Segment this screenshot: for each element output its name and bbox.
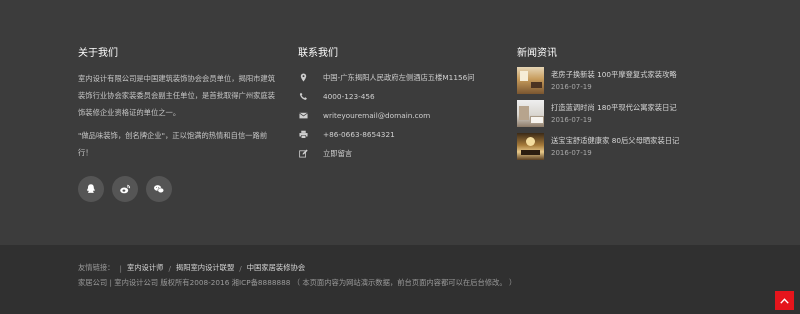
wechat-button[interactable] <box>146 176 172 202</box>
news-thumbnail <box>517 67 544 94</box>
copyright-text: 家居公司 | 室内设计公司 版权所有2008-2016 湘ICP备8888888… <box>78 278 517 287</box>
friend-links: 友情链接： | 室内设计师 / 揭阳室内设计联盟 / 中国家居装修协会 <box>78 263 305 273</box>
link-separator: / <box>239 263 242 273</box>
fax-text: +86-0663-8654321 <box>323 130 395 139</box>
news-item-title: 老房子换新装 100平摩登复式家装攻略 <box>551 70 677 79</box>
printer-icon <box>298 130 308 140</box>
news-item[interactable]: 老房子换新装 100平摩登复式家装攻略 2016-07-19 <box>517 67 717 96</box>
phone-icon <box>298 92 308 102</box>
news-item-title: 打造蓝调时尚 180平现代公寓家装日记 <box>551 103 677 112</box>
wechat-icon <box>154 185 165 194</box>
address-text: 中国-广东揭阳人民政府左侧酒店五楼M1156问 <box>323 72 475 82</box>
edit-icon <box>298 149 308 159</box>
news-item[interactable]: 送宝宝舒适健康家 80后父母晒家装日记 2016-07-19 <box>517 133 717 162</box>
contact-message: 立即留言 <box>298 144 498 163</box>
weibo-button[interactable] <box>112 176 138 202</box>
contact-fax: +86-0663-8654321 <box>298 125 498 144</box>
friend-link[interactable]: 中国家居装修协会 <box>247 263 305 273</box>
link-separator: / <box>168 263 171 273</box>
map-marker-icon <box>298 73 308 83</box>
footer-main: 关于我们 室内设计有限公司是中国建筑装饰协会会员单位，揭阳市建筑装饰行业协会家装… <box>0 0 800 245</box>
qq-icon <box>87 184 95 193</box>
news-thumbnail <box>517 133 544 160</box>
news-item[interactable]: 打造蓝调时尚 180平现代公寓家装日记 2016-07-19 <box>517 100 717 129</box>
contact-email: writeyouremail@domain.com <box>298 106 498 125</box>
about-text: 室内设计有限公司是中国建筑装饰协会会员单位，揭阳市建筑装饰行业协会家装委员会副主… <box>78 70 278 167</box>
news-list: 老房子换新装 100平摩登复式家装攻略 2016-07-19 打造蓝调时尚 18… <box>517 67 717 166</box>
email-link[interactable]: writeyouremail@domain.com <box>323 111 430 120</box>
weibo-icon <box>120 184 131 194</box>
news-title: 新闻资讯 <box>517 48 557 59</box>
contact-address: 中国-广东揭阳人民政府左侧酒店五楼M1156问 <box>298 68 498 87</box>
footer-bottom: 友情链接： | 室内设计师 / 揭阳室内设计联盟 / 中国家居装修协会 家居公司… <box>0 245 800 314</box>
envelope-icon <box>298 111 308 121</box>
contact-phone: 4000-123-456 <box>298 87 498 106</box>
phone-text: 4000-123-456 <box>323 92 375 101</box>
friend-link[interactable]: 揭阳室内设计联盟 <box>176 263 234 273</box>
about-paragraph-1: 室内设计有限公司是中国建筑装饰协会会员单位，揭阳市建筑装饰行业协会家装委员会副主… <box>78 74 276 117</box>
contact-title: 联系我们 <box>298 48 338 59</box>
news-item-title: 送宝宝舒适健康家 80后父母晒家装日记 <box>551 136 680 145</box>
social-links <box>78 176 172 202</box>
contact-list: 中国-广东揭阳人民政府左侧酒店五楼M1156问 4000-123-456 wri… <box>298 68 498 163</box>
friend-link[interactable]: 室内设计师 <box>127 263 163 273</box>
back-to-top-button[interactable] <box>775 291 794 310</box>
news-item-date: 2016-07-19 <box>551 116 592 124</box>
qq-button[interactable] <box>78 176 104 202</box>
about-paragraph-2: "做品味装饰，创名牌企业"，正以饱满的热情和自信一路前行！ <box>78 131 268 157</box>
leave-message-link[interactable]: 立即留言 <box>323 149 352 159</box>
news-item-date: 2016-07-19 <box>551 83 592 91</box>
chevron-up-icon <box>780 297 789 304</box>
news-item-date: 2016-07-19 <box>551 149 592 157</box>
about-title: 关于我们 <box>78 48 118 59</box>
link-separator: | <box>119 263 122 273</box>
news-thumbnail <box>517 100 544 127</box>
friend-links-label: 友情链接： <box>78 263 115 272</box>
